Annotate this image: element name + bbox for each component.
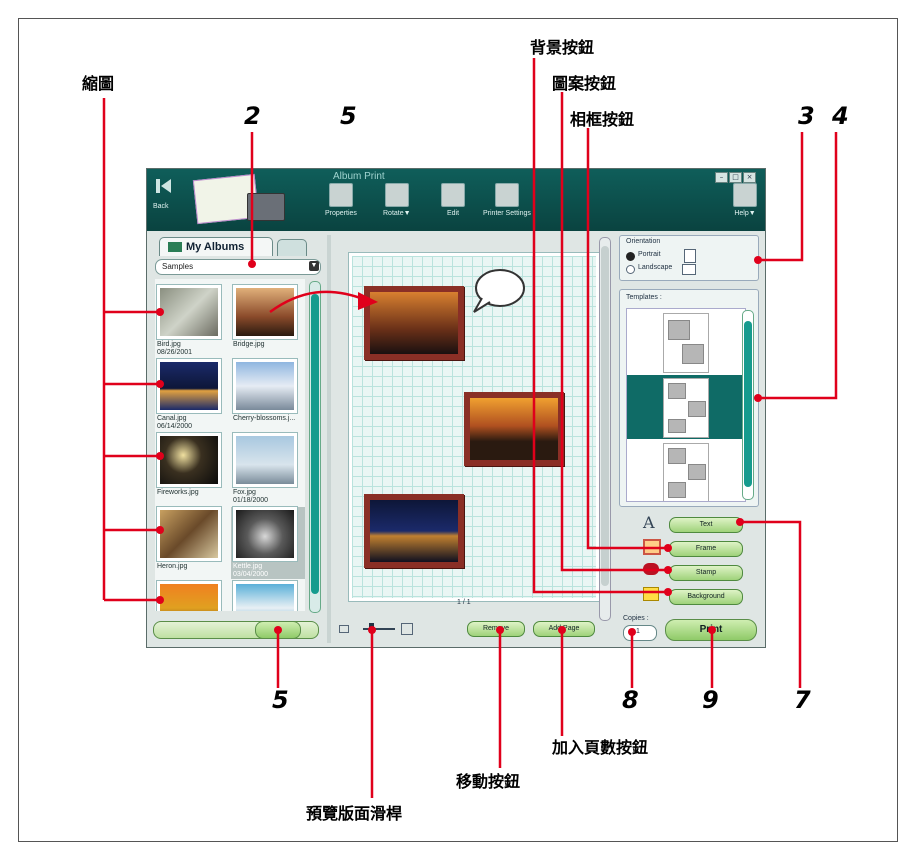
- arrow-head-icon: [358, 292, 378, 310]
- callout-lines: [102, 58, 838, 798]
